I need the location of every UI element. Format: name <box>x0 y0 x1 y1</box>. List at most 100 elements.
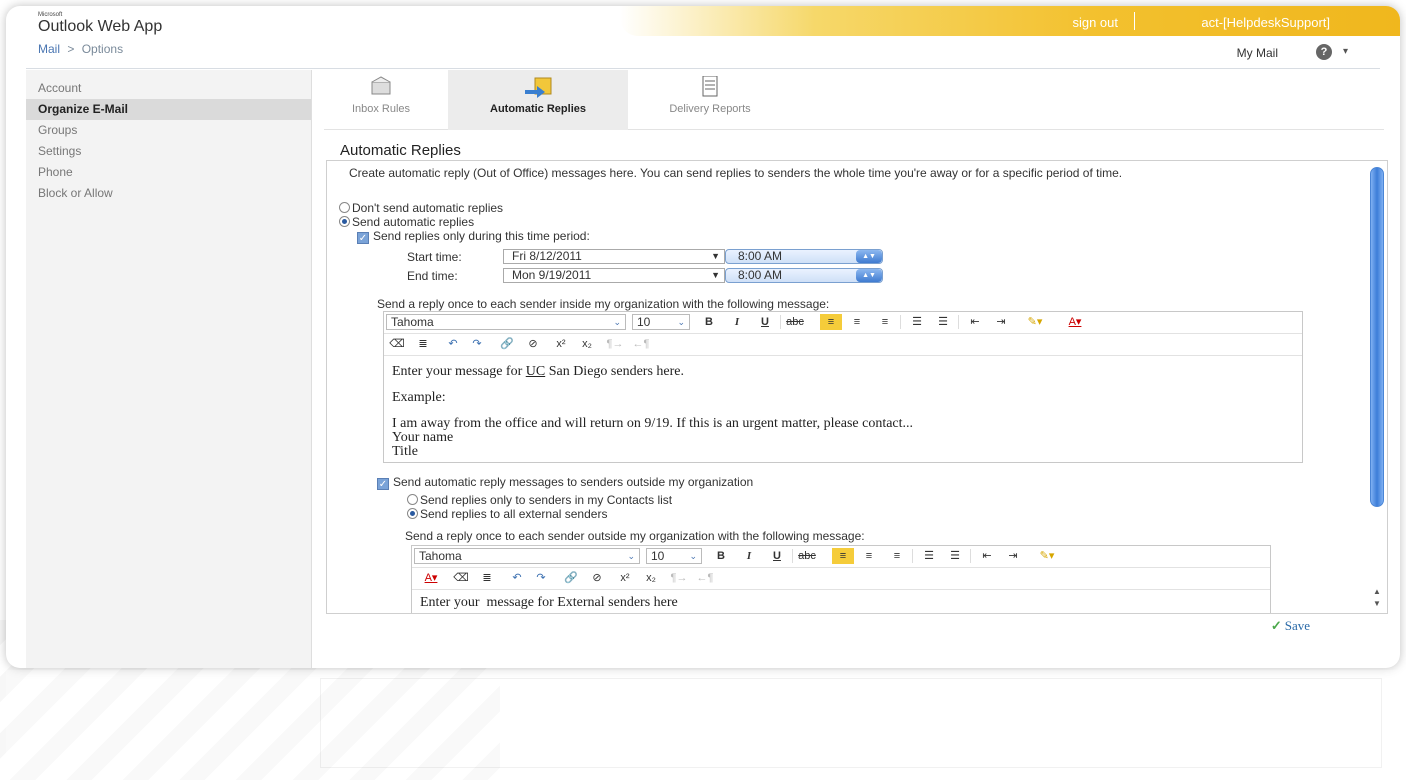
breadcrumb-current: Options <box>81 42 124 56</box>
radio-send[interactable] <box>339 216 350 227</box>
radio-dont-send[interactable] <box>339 202 350 213</box>
start-date-select[interactable]: Fri 8/12/2011 ▼ <box>503 249 725 264</box>
sidebar-item-settings[interactable]: Settings <box>26 141 311 162</box>
highlight-color-button[interactable]: ✎▾ <box>1020 314 1050 330</box>
help-icon[interactable]: ? <box>1316 44 1332 60</box>
bold-button[interactable]: B <box>712 548 730 564</box>
align-center-button[interactable]: ≡ <box>860 548 878 564</box>
italic-button[interactable]: I <box>740 548 758 564</box>
tab-inbox-rules[interactable]: Inbox Rules <box>326 70 436 130</box>
bullet-list-button[interactable]: ☰ <box>908 314 926 330</box>
strikethrough-button[interactable]: abc <box>786 314 804 330</box>
italic-button[interactable]: I <box>728 314 746 330</box>
font-select[interactable]: Tahoma ⌄ <box>386 314 626 330</box>
scrollbar-thumb[interactable] <box>1370 167 1384 507</box>
outside-org-checkbox[interactable]: ✓ <box>377 478 389 490</box>
font-select[interactable]: Tahoma ⌄ <box>414 548 640 564</box>
rtl-icon[interactable]: ←¶ <box>632 336 650 352</box>
sidebar-item-block-or-allow[interactable]: Block or Allow <box>26 183 311 204</box>
tab-delivery-reports[interactable]: Delivery Reports <box>640 70 780 130</box>
sidebar-item-account[interactable]: Account <box>26 78 311 99</box>
font-color-button[interactable]: A▾ <box>416 570 446 586</box>
subscript-icon[interactable]: x₂ <box>578 336 596 352</box>
increase-indent-button[interactable]: ⇥ <box>992 314 1010 330</box>
description-text: Create automatic reply (Out of Office) m… <box>349 166 1123 180</box>
eraser-icon[interactable]: ⌫ <box>388 336 406 352</box>
redo-icon[interactable]: ↷ <box>468 336 486 352</box>
bold-button[interactable]: B <box>700 314 718 330</box>
sidebar-item-phone[interactable]: Phone <box>26 162 311 183</box>
account-link[interactable]: act-[HelpdeskSupport] <box>1201 15 1330 30</box>
sidebar-item-organize-email[interactable]: Organize E-Mail <box>26 99 311 120</box>
bullet-list-button[interactable]: ☰ <box>920 548 938 564</box>
start-time-label: Start time: <box>407 250 462 264</box>
chevron-down-icon: ▼ <box>711 270 720 280</box>
save-button[interactable]: ✓ Save <box>1271 618 1310 634</box>
align-left-button[interactable]: ≡ <box>832 548 854 564</box>
redo-icon[interactable]: ↷ <box>532 570 550 586</box>
start-time-select[interactable]: 8:00 AM ▲▼ <box>725 249 883 264</box>
undo-icon[interactable]: ↶ <box>508 570 526 586</box>
scroll-up-icon[interactable]: ▲ <box>1371 587 1383 599</box>
remove-link-icon[interactable]: ⊘ <box>588 570 606 586</box>
radio-all-external-row[interactable]: Send replies to all external senders <box>407 507 607 521</box>
help-dropdown-icon[interactable]: ▾ <box>1343 46 1348 57</box>
panel-scrollbar[interactable]: ▲ ▼ <box>1369 163 1385 611</box>
inside-message-line5: Title <box>392 444 418 459</box>
scroll-down-icon[interactable]: ▼ <box>1371 599 1383 611</box>
ltr-icon[interactable]: ¶→ <box>606 336 624 352</box>
eraser-icon[interactable]: ⌫ <box>452 570 470 586</box>
sidebar-item-groups[interactable]: Groups <box>26 120 311 141</box>
radio-dont-send-label: Don't send automatic replies <box>352 201 504 215</box>
time-period-checkbox-row[interactable]: ✓ Send replies only during this time peri… <box>357 229 590 244</box>
strikethrough-button[interactable]: abc <box>798 548 816 564</box>
radio-dont-send-row[interactable]: Don't send automatic replies <box>339 201 503 215</box>
font-size-select[interactable]: 10 ⌄ <box>646 548 702 564</box>
highlight-color-button[interactable]: ✎▾ <box>1032 548 1062 564</box>
inside-message-line3: I am away from the office and will retur… <box>392 416 914 431</box>
undo-icon[interactable]: ↶ <box>444 336 462 352</box>
radio-all-external[interactable] <box>407 508 418 519</box>
breadcrumb-mail-link[interactable]: Mail <box>38 42 60 56</box>
tab-automatic-replies[interactable]: Automatic Replies <box>448 70 628 130</box>
end-time-select[interactable]: 8:00 AM ▲▼ <box>725 268 883 283</box>
my-mail-link[interactable]: My Mail <box>1237 46 1278 60</box>
remove-link-icon[interactable]: ⊘ <box>524 336 542 352</box>
font-color-button[interactable]: A▾ <box>1060 314 1090 330</box>
inside-message-line2: Example: <box>392 390 446 405</box>
toolbar-divider <box>780 315 781 329</box>
chevron-down-icon: ▼ <box>711 251 720 261</box>
superscript-icon[interactable]: x² <box>616 570 634 586</box>
tab-label: Inbox Rules <box>351 103 411 115</box>
numbered-list-button[interactable]: ☰ <box>946 548 964 564</box>
rtl-icon[interactable]: ←¶ <box>696 570 714 586</box>
subscript-icon[interactable]: x₂ <box>642 570 660 586</box>
radio-send-row[interactable]: Send automatic replies <box>339 215 474 229</box>
underline-button[interactable]: U <box>756 314 774 330</box>
numbered-list-button[interactable]: ☰ <box>934 314 952 330</box>
superscript-icon[interactable]: x² <box>552 336 570 352</box>
insert-link-icon[interactable]: 🔗 <box>498 336 516 352</box>
font-size-select[interactable]: 10 ⌄ <box>632 314 690 330</box>
radio-contacts-only[interactable] <box>407 494 418 505</box>
align-right-button[interactable]: ≡ <box>876 314 894 330</box>
increase-indent-button[interactable]: ⇥ <box>1004 548 1022 564</box>
inside-message-editor[interactable]: Tahoma ⌄ 10 ⌄ B I U abc ≡ ≡ ≡ ☰ ☰ ⇤ ⇥ ✎▾ A… <box>383 311 1303 463</box>
horizontal-rule-icon[interactable]: ≣ <box>414 336 432 352</box>
radio-contacts-row[interactable]: Send replies only to senders in my Conta… <box>407 493 672 507</box>
align-right-button[interactable]: ≡ <box>888 548 906 564</box>
outside-org-label: Send automatic reply messages to senders… <box>393 475 754 489</box>
time-period-checkbox[interactable]: ✓ <box>357 232 369 244</box>
ltr-icon[interactable]: ¶→ <box>670 570 688 586</box>
decrease-indent-button[interactable]: ⇤ <box>978 548 996 564</box>
align-center-button[interactable]: ≡ <box>848 314 866 330</box>
underline-button[interactable]: U <box>768 548 786 564</box>
sign-out-link[interactable]: sign out <box>1072 15 1118 30</box>
insert-link-icon[interactable]: 🔗 <box>562 570 580 586</box>
outside-message-editor[interactable]: Tahoma ⌄ 10 ⌄ B I U abc ≡ ≡ ≡ ☰ ☰ ⇤ ⇥ ✎▾ A… <box>411 545 1271 613</box>
outside-org-checkbox-row[interactable]: ✓ Send automatic reply messages to sender… <box>377 475 753 490</box>
align-left-button[interactable]: ≡ <box>820 314 842 330</box>
end-date-select[interactable]: Mon 9/19/2011 ▼ <box>503 268 725 283</box>
horizontal-rule-icon[interactable]: ≣ <box>478 570 496 586</box>
decrease-indent-button[interactable]: ⇤ <box>966 314 984 330</box>
